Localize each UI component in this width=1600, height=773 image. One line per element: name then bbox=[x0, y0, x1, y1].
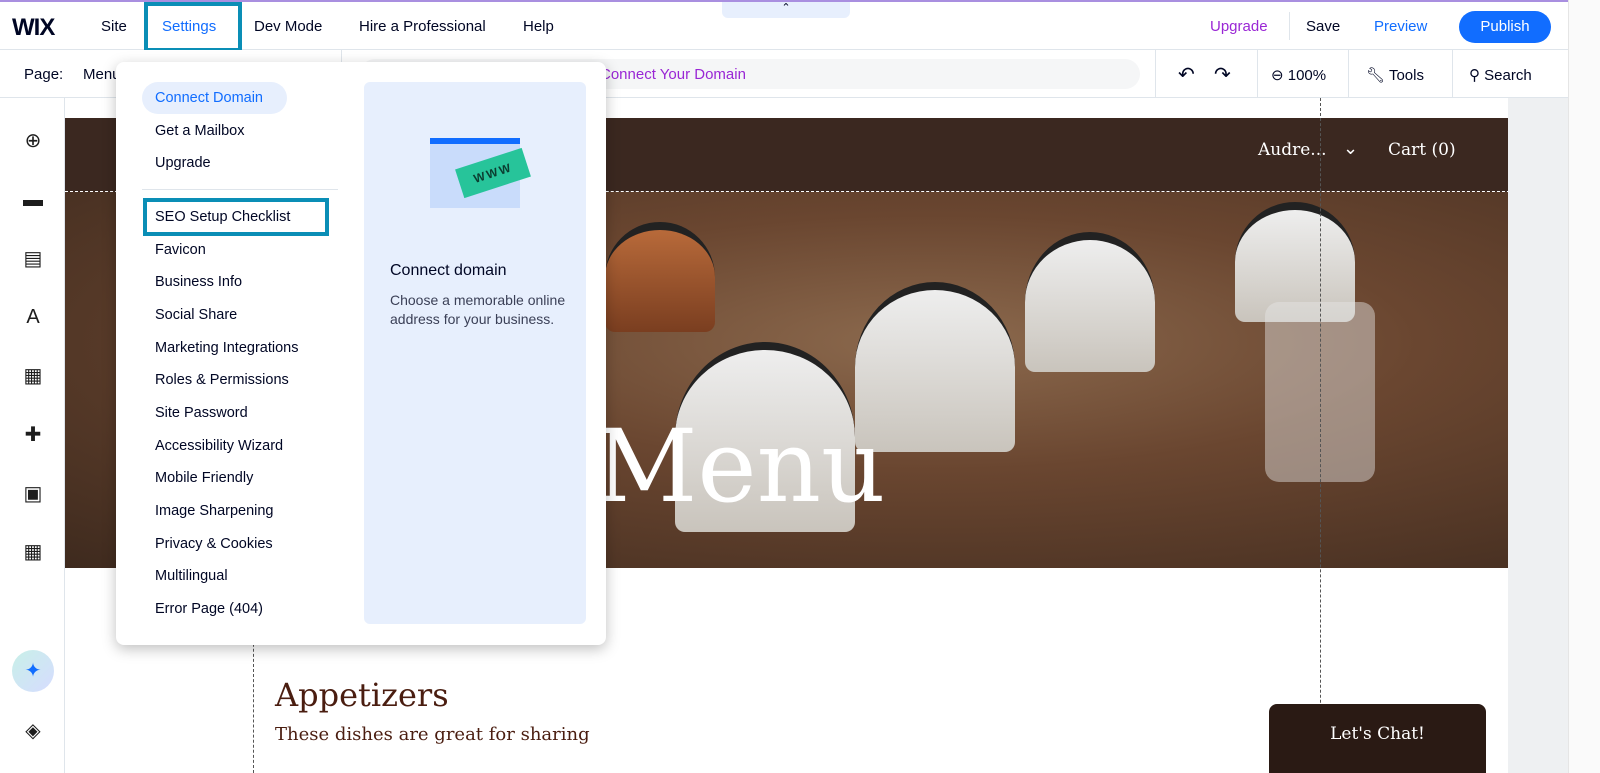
cms-icon[interactable]: ▦ bbox=[22, 541, 44, 563]
www-badge: WWW bbox=[455, 147, 531, 199]
menu-item-favicon[interactable]: Favicon bbox=[155, 242, 206, 258]
menu-item-upgrade[interactable]: Upgrade bbox=[155, 155, 211, 171]
wrench-icon: 🔧︎ bbox=[1366, 67, 1389, 84]
tools-button[interactable]: 🔧︎ Tools bbox=[1366, 66, 1424, 84]
settings-dropdown: Connect Domain Get a Mailbox Upgrade SEO… bbox=[116, 62, 606, 645]
menu-item-image-sharpening[interactable]: Image Sharpening bbox=[155, 503, 274, 519]
divider bbox=[1257, 50, 1258, 98]
promo-description: Choose a memorable online address for yo… bbox=[390, 292, 566, 327]
save-button[interactable]: Save bbox=[1306, 18, 1340, 35]
tools-label: Tools bbox=[1388, 67, 1424, 84]
business-apps-icon[interactable]: ✚ bbox=[22, 424, 44, 446]
redo-icon[interactable]: ↷ bbox=[1214, 62, 1231, 87]
hero-title: Menu bbox=[595, 408, 886, 525]
layers-icon[interactable]: ◈ bbox=[22, 720, 44, 742]
promo-panel: WWW Connect domain Choose a memorable on… bbox=[364, 82, 586, 624]
publish-button[interactable]: Publish bbox=[1459, 11, 1551, 43]
zoom-control[interactable]: ⊖ 100% bbox=[1271, 66, 1326, 84]
divider bbox=[1155, 50, 1156, 98]
menu-item-mobile-friendly[interactable]: Mobile Friendly bbox=[155, 470, 253, 486]
upgrade-link[interactable]: Upgrade bbox=[1210, 18, 1268, 35]
zoom-out-icon: ⊖ bbox=[1271, 67, 1288, 84]
nav-dev-mode[interactable]: Dev Mode bbox=[254, 18, 322, 35]
menu-item-roles-permissions[interactable]: Roles & Permissions bbox=[155, 372, 289, 388]
menu-item-error-page[interactable]: Error Page (404) bbox=[155, 601, 263, 617]
collapse-toolbar-button[interactable]: ⌃ bbox=[722, 2, 850, 18]
menu-item-connect-domain[interactable]: Connect Domain bbox=[142, 82, 287, 114]
ai-assistant-icon[interactable]: ✦ bbox=[12, 650, 54, 692]
divider bbox=[1452, 50, 1453, 98]
nav-site[interactable]: Site bbox=[101, 18, 127, 35]
menu-item-social-share[interactable]: Social Share bbox=[155, 307, 237, 323]
connect-domain-link[interactable]: Connect Your Domain bbox=[600, 66, 746, 83]
left-sidebar: ⊕ ▬ ▤ A ▦ ✚ ▣ ▦ ✦ ◈ bbox=[0, 98, 65, 773]
divider bbox=[1289, 12, 1290, 40]
chevron-down-icon[interactable]: ⌄ bbox=[1343, 138, 1358, 159]
apps-icon[interactable]: ▦ bbox=[22, 365, 44, 387]
menu-item-marketing-integrations[interactable]: Marketing Integrations bbox=[155, 340, 298, 356]
menu-item-privacy-cookies[interactable]: Privacy & Cookies bbox=[155, 536, 273, 552]
search-label: Search bbox=[1484, 67, 1532, 84]
promo-title: Connect domain bbox=[390, 262, 507, 279]
section-title: Appetizers bbox=[275, 676, 449, 714]
pages-icon[interactable]: ▤ bbox=[22, 248, 44, 270]
divider bbox=[142, 189, 338, 190]
design-icon[interactable]: A bbox=[22, 306, 44, 328]
undo-icon[interactable]: ↶ bbox=[1178, 62, 1195, 87]
chevron-up-icon: ⌃ bbox=[781, 2, 791, 14]
grid-guide bbox=[1320, 98, 1321, 773]
page-label: Page: bbox=[24, 66, 64, 83]
menu-item-get-mailbox[interactable]: Get a Mailbox bbox=[155, 123, 244, 139]
preview-button[interactable]: Preview bbox=[1374, 18, 1427, 35]
media-icon[interactable]: ▣ bbox=[22, 483, 44, 505]
member-menu[interactable]: Audre... bbox=[1258, 140, 1327, 160]
menu-item-business-info[interactable]: Business Info bbox=[155, 274, 242, 290]
chat-button[interactable]: Let's Chat! bbox=[1269, 704, 1486, 773]
canvas-margin bbox=[1508, 98, 1568, 773]
divider bbox=[1348, 50, 1349, 98]
page-selector[interactable]: Menu bbox=[83, 66, 121, 83]
seo-highlight bbox=[143, 198, 329, 236]
settings-highlight bbox=[144, 2, 242, 52]
add-icon[interactable]: ⊕ bbox=[22, 130, 44, 152]
menu-item-site-password[interactable]: Site Password bbox=[155, 405, 248, 421]
menu-item-accessibility-wizard[interactable]: Accessibility Wizard bbox=[155, 438, 283, 454]
search-icon: ⚲ bbox=[1469, 67, 1485, 84]
domain-illustration: WWW bbox=[430, 138, 531, 208]
scrollbar[interactable] bbox=[1568, 0, 1600, 773]
sections-icon[interactable]: ▬ bbox=[22, 189, 44, 211]
section-subtitle: These dishes are great for sharing bbox=[275, 724, 590, 745]
nav-hire-professional[interactable]: Hire a Professional bbox=[359, 18, 486, 35]
cart-link[interactable]: Cart (0) bbox=[1388, 140, 1456, 160]
wix-logo[interactable]: WIX bbox=[12, 14, 55, 42]
nav-help[interactable]: Help bbox=[523, 18, 554, 35]
zoom-value: 100% bbox=[1287, 67, 1327, 84]
search-button[interactable]: ⚲ Search bbox=[1469, 66, 1532, 84]
menu-item-multilingual[interactable]: Multilingual bbox=[155, 568, 228, 584]
